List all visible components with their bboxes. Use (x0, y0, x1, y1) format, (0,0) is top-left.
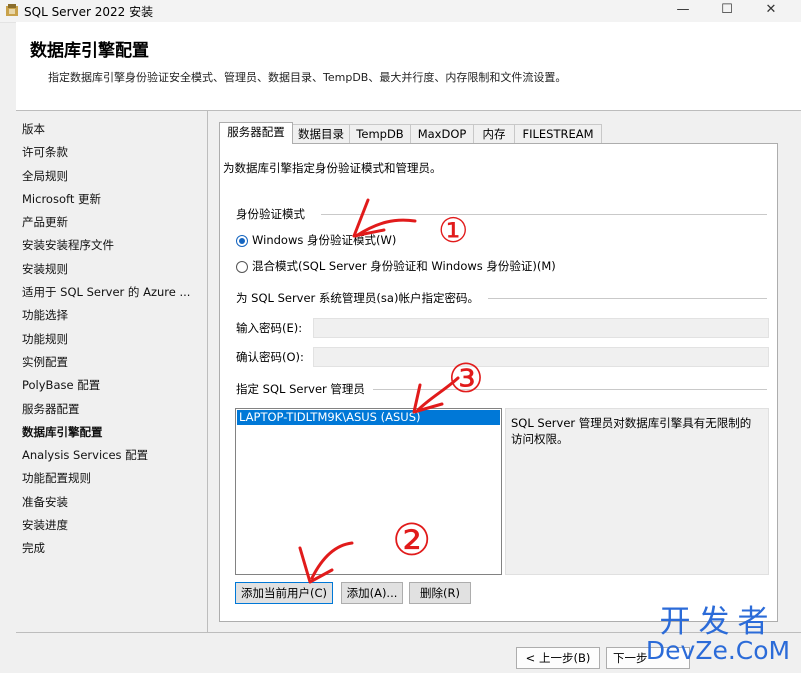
nav-item[interactable]: 服务器配置 (22, 398, 207, 421)
tab-data-directories[interactable]: 数据目录 (292, 124, 350, 143)
nav-item[interactable]: 准备安装 (22, 491, 207, 514)
close-button[interactable]: ✕ (748, 0, 794, 22)
nav-item[interactable]: 功能配置规则 (22, 467, 207, 490)
page-header: 数据库引擎配置 指定数据库引擎身份验证安全模式、管理员、数据目录、TempDB、… (16, 22, 801, 111)
mixed-mode-radio[interactable] (236, 261, 248, 273)
nav-divider (207, 110, 208, 632)
nav-item[interactable]: 版本 (22, 118, 207, 141)
nav-item[interactable]: 安装进度 (22, 514, 207, 537)
auth-mode-group-label: 身份验证模式 (236, 207, 305, 221)
admin-description-text: SQL Server 管理员对数据库引擎具有无限制的访问权限。 (511, 416, 752, 446)
sa-group-line (488, 298, 767, 299)
windows-auth-radio[interactable] (236, 235, 248, 247)
tab-server-config[interactable]: 服务器配置 (219, 122, 293, 144)
back-button[interactable]: < 上一步(B) (516, 647, 600, 669)
admin-group-line (373, 389, 767, 390)
server-config-panel: 为数据库引擎指定身份验证模式和管理员。 身份验证模式 Windows 身份验证模… (219, 143, 778, 622)
confirm-password-input[interactable] (313, 347, 769, 367)
add-user-button[interactable]: 添加(A)... (341, 582, 403, 604)
maximize-button[interactable]: ☐ (704, 0, 750, 22)
nav-item[interactable]: 功能规则 (22, 328, 207, 351)
tab-maxdop[interactable]: MaxDOP (410, 124, 474, 143)
confirm-password-label: 确认密码(O): (236, 350, 304, 364)
remove-user-button[interactable]: 删除(R) (409, 582, 471, 604)
tab-filestream[interactable]: FILESTREAM (514, 124, 602, 143)
nav-item[interactable]: 安装安装程序文件 (22, 234, 207, 257)
admin-group-label: 指定 SQL Server 管理员 (236, 382, 365, 396)
nav-item[interactable]: 实例配置 (22, 351, 207, 374)
enter-password-label: 输入密码(E): (236, 321, 303, 335)
auth-group-line (321, 214, 767, 215)
watermark-line2: DevZe.CoM (645, 636, 791, 665)
nav-item[interactable]: 功能选择 (22, 304, 207, 327)
nav-item[interactable]: 产品更新 (22, 211, 207, 234)
admin-list[interactable]: LAPTOP-TIDLTM9K\ASUS (ASUS) (235, 408, 502, 575)
watermark-line1: 开发者 (659, 604, 777, 640)
nav-item[interactable]: 完成 (22, 537, 207, 560)
page-subtitle: 指定数据库引擎身份验证安全模式、管理员、数据目录、TempDB、最大并行度、内存… (48, 71, 567, 84)
enter-password-input[interactable] (313, 318, 769, 338)
nav-item[interactable]: Microsoft 更新 (22, 188, 207, 211)
minimize-button[interactable]: — (660, 0, 706, 22)
nav-item[interactable]: 安装规则 (22, 258, 207, 281)
nav-item[interactable]: 全局规则 (22, 165, 207, 188)
sql-server-app-icon (6, 4, 18, 16)
admin-list-item[interactable]: LAPTOP-TIDLTM9K\ASUS (ASUS) (237, 410, 500, 425)
title-bar: SQL Server 2022 安装 — ☐ ✕ (0, 0, 801, 23)
admin-description-box: SQL Server 管理员对数据库引擎具有无限制的访问权限。 (505, 408, 769, 575)
sa-password-group-label: 为 SQL Server 系统管理员(sa)帐户指定密码。 (236, 291, 479, 305)
window-title: SQL Server 2022 安装 (24, 5, 154, 19)
nav-item[interactable]: 适用于 SQL Server 的 Azure ... (22, 281, 207, 304)
nav-item[interactable]: Analysis Services 配置 (22, 444, 207, 467)
nav-item[interactable]: 数据库引擎配置 (22, 421, 207, 444)
tab-tempdb[interactable]: TempDB (349, 124, 411, 143)
mixed-mode-label[interactable]: 混合模式(SQL Server 身份验证和 Windows 身份验证)(M) (252, 258, 556, 274)
add-current-user-button[interactable]: 添加当前用户(C) (235, 582, 333, 604)
nav-item[interactable]: 许可条款 (22, 141, 207, 164)
windows-auth-label[interactable]: Windows 身份验证模式(W) (252, 232, 396, 248)
setup-steps-nav: 版本 许可条款 全局规则 Microsoft 更新 产品更新 安装安装程序文件 安装规则 适用… (22, 118, 207, 561)
panel-intro: 为数据库引擎指定身份验证模式和管理员。 (223, 161, 442, 175)
nav-item[interactable]: PolyBase 配置 (22, 374, 207, 397)
page-title: 数据库引擎配置 (30, 41, 149, 61)
tab-memory[interactable]: 内存 (473, 124, 515, 143)
watermark: 开发者 DevZe.CoM (638, 606, 798, 664)
